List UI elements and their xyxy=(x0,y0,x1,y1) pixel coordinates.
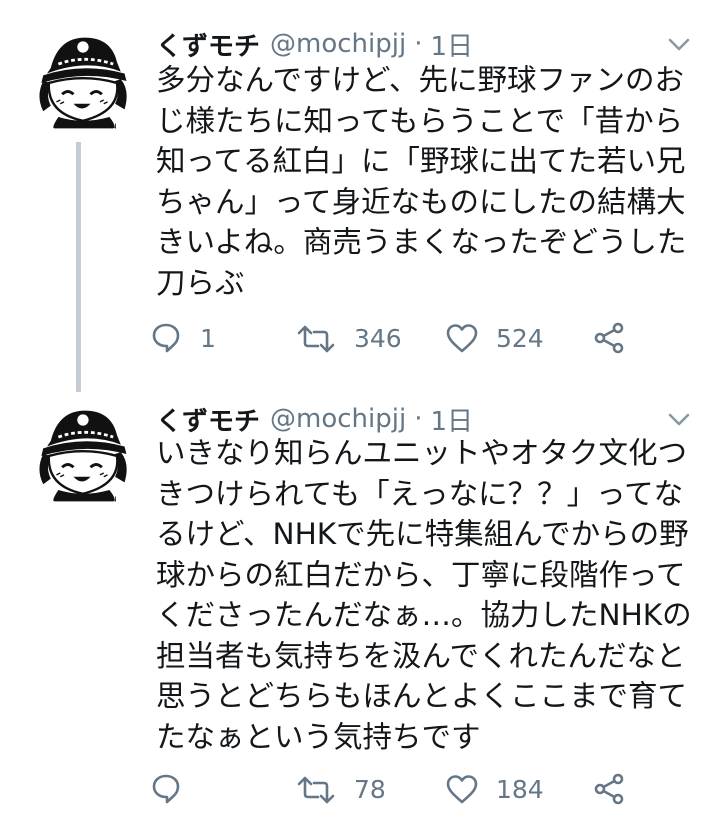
avatar[interactable] xyxy=(30,30,134,134)
retweet-button[interactable]: 78 xyxy=(296,767,386,811)
tweet-text-line: 刀らぶ xyxy=(156,265,245,300)
display-name[interactable]: くずモチ xyxy=(156,26,260,63)
thread-connector xyxy=(76,142,81,392)
tweet-text-line: じ様たちに知ってもらうことで「昔から xyxy=(156,103,684,138)
timestamp[interactable]: 1日 xyxy=(430,26,473,63)
retweet-icon xyxy=(297,776,335,804)
share-button[interactable] xyxy=(594,767,624,811)
reply-button[interactable]: 1 xyxy=(150,316,216,360)
tweet-1[interactable]: くずモチ @mochipjj · 1日 多分なんですけど、先に野球ファンのお じ… xyxy=(0,0,720,392)
share-button[interactable] xyxy=(594,316,624,360)
chevron-down-icon[interactable] xyxy=(668,413,690,427)
avatar[interactable] xyxy=(30,403,134,507)
share-icon xyxy=(594,322,624,354)
tweet-text-line: 思うとどちらもほんとよくここまで育て xyxy=(156,679,688,713)
action-bar: 78 184 xyxy=(150,767,650,811)
tweet-text-line: くださったんだなぁ…。協力したNHKの xyxy=(156,598,692,632)
tweet-header: くずモチ @mochipjj · 1日 xyxy=(156,24,473,64)
user-handle[interactable]: @mochipjj xyxy=(270,404,406,434)
reply-icon xyxy=(152,323,180,353)
like-count: 184 xyxy=(496,774,544,804)
retweet-icon xyxy=(297,325,335,353)
tweet-text-line: 球からの紅白だから、丁寧に段階作って xyxy=(156,557,686,592)
action-bar: 1 346 524 xyxy=(150,316,650,360)
avatar-image xyxy=(38,36,129,133)
share-icon xyxy=(594,773,624,805)
user-handle[interactable]: @mochipjj xyxy=(270,29,406,59)
tweet-text-line: きつけられても「えっなに？？」ってな xyxy=(156,476,684,511)
tweet-text-line: たなぁという気持ちです xyxy=(156,719,481,754)
retweet-button[interactable]: 346 xyxy=(296,316,402,360)
like-count: 524 xyxy=(496,323,544,353)
heart-icon xyxy=(446,324,478,353)
tweet-text-line: いきなり知らんユニットやオタク文化つ xyxy=(156,436,688,470)
tweet-text-line: 知ってる紅白」に「野球に出てた若い兄 xyxy=(156,144,686,178)
avatar-image xyxy=(38,409,129,506)
tweet-text-line: 多分なんですけど、先に野球ファンのお xyxy=(156,63,685,97)
reply-count: 1 xyxy=(200,323,216,353)
heart-icon xyxy=(446,775,478,804)
reply-button[interactable] xyxy=(150,767,200,811)
reply-icon xyxy=(152,774,180,804)
tweet-2[interactable]: くずモチ @mochipjj · 1日 いきなり知らんユニットやオタク文化つ き… xyxy=(0,385,720,823)
tweet-text-line: 担当者も気持ちを汲んでくれたんだなと xyxy=(156,638,686,673)
chevron-down-icon[interactable] xyxy=(668,38,690,52)
separator: · xyxy=(414,29,423,59)
separator: · xyxy=(414,404,423,434)
tweet-text-line: るけど、NHKで先に特集組んでからの野 xyxy=(156,517,689,551)
retweet-count: 78 xyxy=(354,774,386,804)
tweet-text: 多分なんですけど、先に野球ファンのお じ様たちに知ってもらうことで「昔から 知っ… xyxy=(156,60,701,303)
like-button[interactable]: 524 xyxy=(446,316,544,360)
tweet-text-line: きいよね。商売うまくなったぞどうした xyxy=(156,225,687,259)
tweet-text-line: ちゃん」って身近なものにしたの結構大 xyxy=(156,184,686,219)
tweet-text: いきなり知らんユニットやオタク文化つ きつけられても「えっなに？？」ってな るけ… xyxy=(156,433,701,757)
retweet-count: 346 xyxy=(354,323,402,353)
like-button[interactable]: 184 xyxy=(446,767,544,811)
timestamp[interactable]: 1日 xyxy=(430,401,473,438)
display-name[interactable]: くずモチ xyxy=(156,401,260,438)
